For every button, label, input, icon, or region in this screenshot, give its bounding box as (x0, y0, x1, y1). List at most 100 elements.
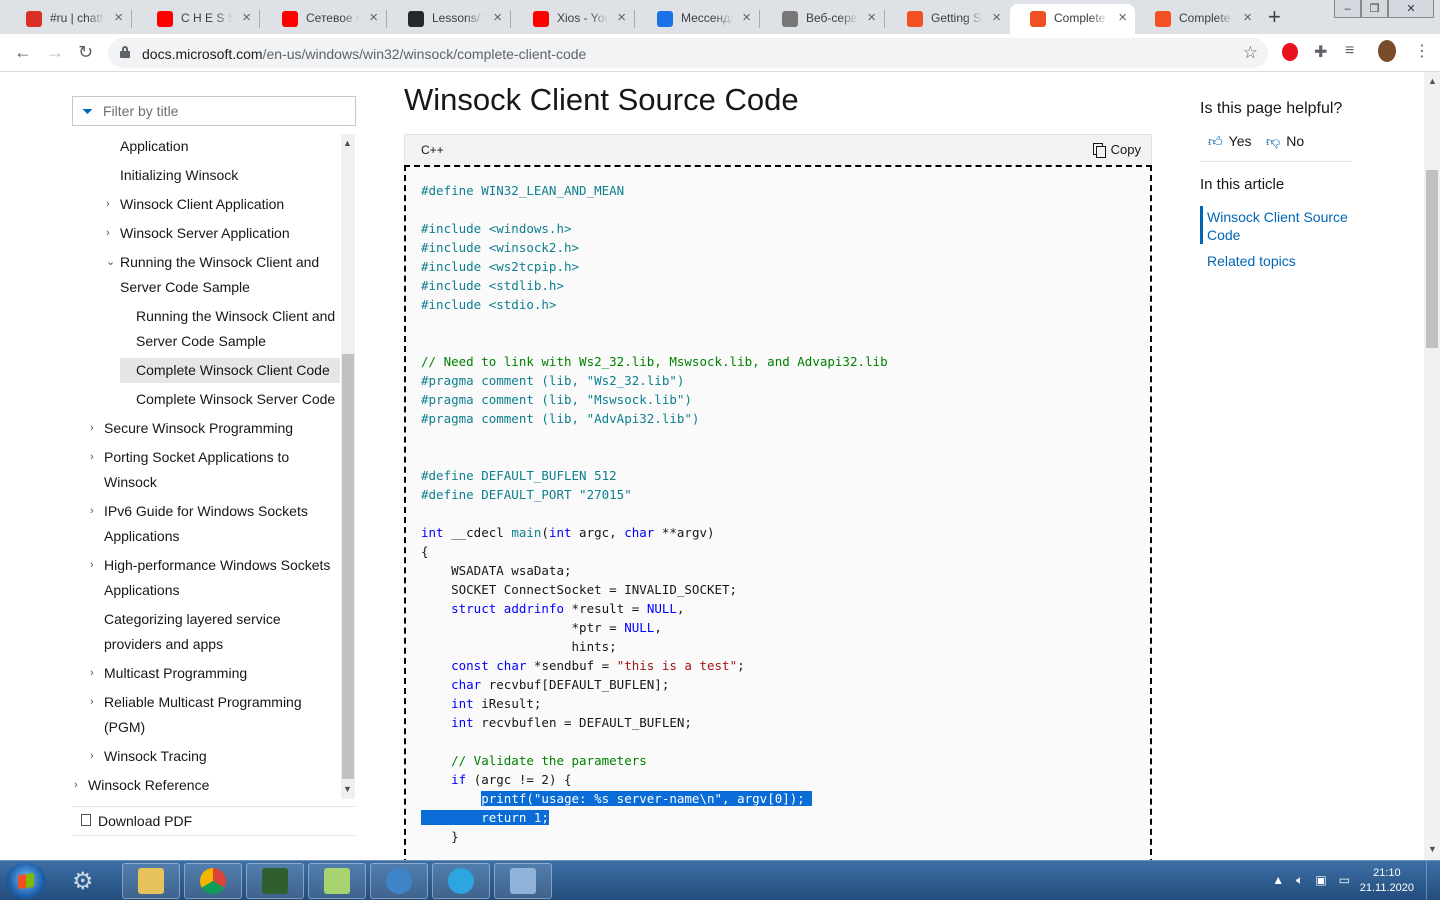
bookmark-star-icon[interactable]: ☆ (1243, 43, 1258, 63)
chevron-right-icon[interactable]: › (74, 773, 78, 798)
reload-icon[interactable]: ↻ (78, 42, 93, 62)
tab-close-icon[interactable]: × (617, 10, 626, 26)
taskbar-terminal[interactable] (246, 863, 304, 899)
chevron-right-icon[interactable]: › (90, 744, 94, 769)
back-arrow-icon[interactable]: ← (14, 42, 32, 62)
extensions-puzzle-icon[interactable]: ✚ (1314, 42, 1327, 62)
forward-arrow-icon[interactable]: → (46, 42, 64, 62)
toc-item[interactable]: Winsock Reference (88, 773, 340, 798)
chevron-right-icon[interactable]: › (106, 192, 110, 217)
code-content[interactable]: #define WIN32_LEAN_AND_MEAN ​ #include <wi… (421, 181, 888, 846)
tray-expand-icon[interactable]: ▲ (1272, 873, 1284, 888)
system-clock[interactable]: 21:10 21.11.2020 (1360, 866, 1414, 896)
tab-close-icon[interactable]: × (867, 10, 876, 26)
browser-tab[interactable]: Сетевое пр × (262, 4, 386, 34)
toc-item[interactable]: Running the Winsock Client and Server Cod… (136, 304, 340, 354)
browser-tab[interactable]: Lessons/1 a × (388, 4, 510, 34)
browser-tab[interactable]: Getting Sta × (887, 4, 1009, 34)
browser-tab[interactable]: C H E S S - × (137, 4, 259, 34)
chevron-right-icon[interactable]: › (90, 661, 94, 686)
toc-item[interactable]: Secure Winsock Programming (104, 416, 340, 441)
browser-tab[interactable]: Веб-сервер × (762, 4, 884, 34)
tab-close-icon[interactable]: × (114, 10, 123, 26)
network-icon[interactable]: ▣ (1315, 873, 1326, 888)
restore-button[interactable]: ❐ (1361, 0, 1388, 18)
profile-avatar[interactable] (1378, 40, 1396, 62)
chevron-right-icon[interactable]: › (90, 445, 94, 470)
media-queue-icon[interactable]: ≡ (1345, 42, 1354, 60)
page-scroll-thumb[interactable] (1426, 170, 1438, 348)
display-icon[interactable]: ▭ (1339, 873, 1350, 888)
tab-close-icon[interactable]: × (493, 10, 502, 26)
no-button[interactable]: 👎︎ No (1266, 133, 1304, 150)
settings-gear-icon[interactable]: ⚙ (72, 867, 94, 896)
chevron-right-icon[interactable]: › (90, 416, 94, 441)
chevron-right-icon[interactable]: › (90, 690, 94, 715)
taskbar-qbittorrent[interactable] (370, 863, 428, 899)
tab-close-icon[interactable]: × (742, 10, 751, 26)
close-window-button[interactable]: ✕ (1388, 0, 1434, 18)
toc-item[interactable]: Porting Socket Applications to Winsock (104, 445, 340, 495)
tab-close-icon[interactable]: × (1118, 10, 1127, 26)
tab-close-icon[interactable]: × (242, 10, 251, 26)
browser-tab[interactable]: Xios - YouT × (513, 4, 634, 34)
download-pdf-link[interactable]: Download PDF (72, 806, 355, 836)
url-text[interactable]: docs.microsoft.com/en-us/windows/win32/w… (142, 46, 586, 62)
tab-close-icon[interactable]: × (369, 10, 378, 26)
taskbar-telegram[interactable] (432, 863, 490, 899)
toc-item[interactable]: Winsock Server Application (120, 221, 340, 246)
copy-button[interactable]: Copy (1092, 142, 1141, 158)
toc-item[interactable]: Initializing Winsock (120, 163, 340, 188)
browser-tab[interactable]: Complete × (1010, 4, 1135, 34)
start-button[interactable] (6, 863, 46, 899)
page-scrollbar[interactable]: ▲ ▼ (1424, 72, 1440, 860)
selected-code: return 1; (421, 810, 549, 825)
taskbar-chrome[interactable] (184, 863, 242, 899)
chevron-right-icon[interactable]: › (106, 221, 110, 246)
code-block[interactable]: #define WIN32_LEAN_AND_MEAN ​ #include <wi… (404, 165, 1152, 860)
article-link-related-topics[interactable]: Related topics (1207, 252, 1357, 270)
toc-item[interactable]: Application (120, 134, 340, 159)
tab-title: C H E S S - (181, 11, 233, 25)
opera-extension-icon[interactable] (1282, 43, 1298, 61)
address-bar[interactable]: docs.microsoft.com/en-us/windows/win32/w… (108, 38, 1268, 68)
chevron-down-icon[interactable]: ⌄ (106, 250, 115, 275)
toc-item[interactable]: Complete Winsock Client Code (120, 358, 340, 383)
toc-item[interactable]: Winsock Tracing (104, 744, 340, 769)
toc-item[interactable]: IPv6 Guide for Windows Sockets Applicatio… (104, 499, 340, 549)
page-scroll-up-icon[interactable]: ▲ (1428, 76, 1437, 86)
page-scroll-down-icon[interactable]: ▼ (1428, 844, 1437, 854)
browser-tab[interactable]: Мессенджер × (637, 4, 759, 34)
filter-input[interactable] (103, 102, 343, 120)
taskbar-explorer[interactable] (122, 863, 180, 899)
chevron-right-icon[interactable]: › (90, 553, 94, 578)
minimize-button[interactable]: – (1334, 0, 1361, 18)
toc-item[interactable]: Winsock Client Application (120, 192, 340, 217)
filter-box[interactable]: ⏷ (72, 96, 356, 126)
toc-item[interactable]: High-performance Windows Sockets Applicat… (104, 553, 340, 603)
browser-tab[interactable]: #ru | chattin × (6, 4, 131, 34)
toc-scroll-thumb[interactable] (342, 354, 354, 779)
scroll-up-arrow-icon[interactable]: ▲ (343, 138, 352, 148)
yes-button[interactable]: 👍︎ Yes (1208, 133, 1251, 150)
volume-icon[interactable]: 🔈︎ (1296, 873, 1303, 888)
browser-tab[interactable]: Complete × (1135, 4, 1260, 34)
tab-close-icon[interactable]: × (992, 10, 1001, 26)
taskbar-search-tool[interactable] (494, 863, 552, 899)
toc-item[interactable]: Categorizing layered service providers an… (104, 607, 340, 657)
scroll-down-arrow-icon[interactable]: ▼ (343, 784, 352, 794)
code-line: { (421, 544, 429, 559)
toc-item[interactable]: Reliable Multicast Programming (PGM) (104, 690, 340, 740)
tab-close-icon[interactable]: × (1243, 10, 1252, 26)
toc-item-label: High-performance Windows Sockets (104, 557, 331, 573)
toc-item[interactable]: Complete Winsock Server Code (136, 387, 340, 412)
toc-item[interactable]: Multicast Programming (104, 661, 340, 686)
chevron-right-icon[interactable]: › (90, 499, 94, 524)
menu-kebab-icon[interactable]: ⋮ (1414, 41, 1430, 61)
new-tab-button[interactable]: + (1268, 6, 1281, 28)
show-desktop-button[interactable] (1426, 861, 1440, 901)
article-link-winsock-client-source-code[interactable]: Winsock Client Source Code (1207, 208, 1357, 244)
toc-item[interactable]: Running the Winsock Client and Server Cod… (120, 250, 340, 300)
toc-scrollbar[interactable]: ▲ ▼ (341, 134, 355, 799)
taskbar-notepadpp[interactable] (308, 863, 366, 899)
